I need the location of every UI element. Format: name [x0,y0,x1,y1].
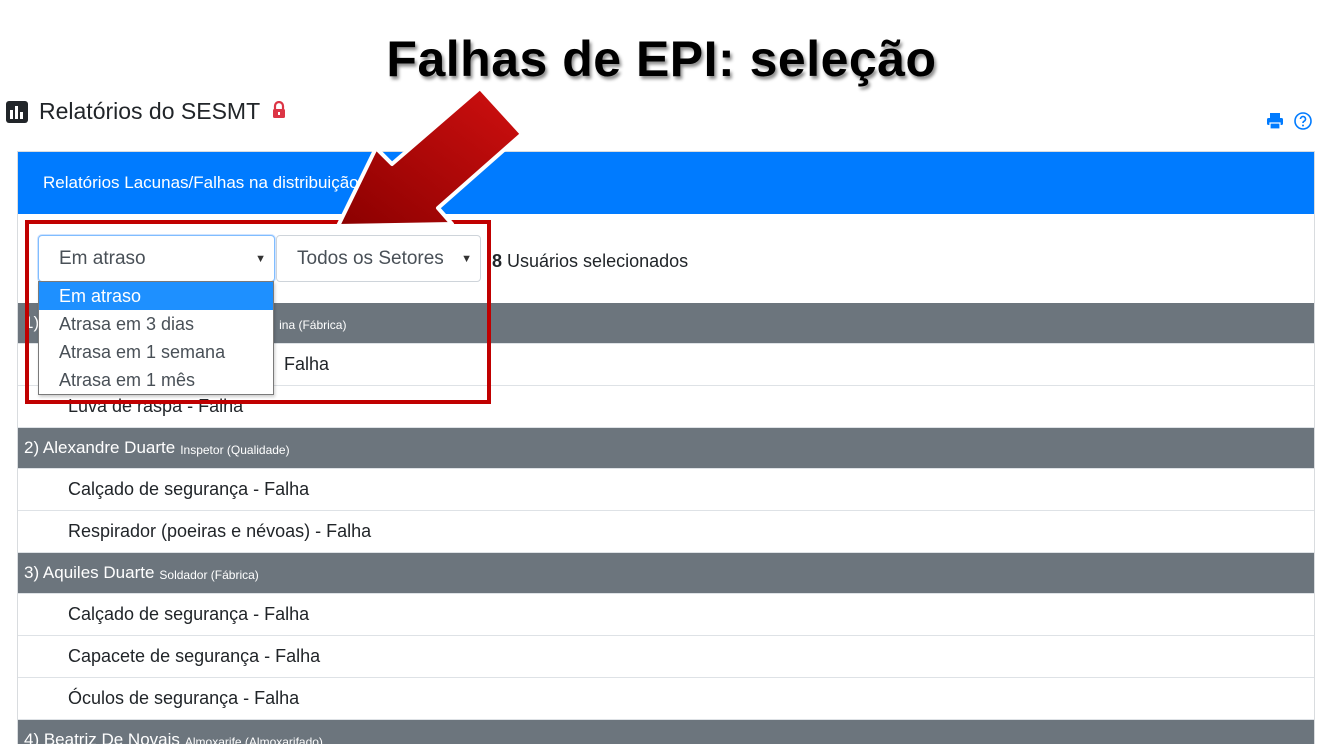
page-header: Relatórios do SESMT [6,98,286,125]
person-role: Soldador (Fábrica) [159,568,259,582]
caret-down-icon: ▼ [255,253,266,265]
epi-row: Capacete de segurança - Falha [18,636,1314,678]
users-label: Usuários selecionados [507,251,689,271]
delay-select[interactable]: Em atraso ▼ [38,235,275,282]
person-row: 3) Aquiles Duarte Soldador (Fábrica) [18,553,1314,594]
print-icon[interactable] [1265,111,1285,131]
person-name: 3) Aquiles Duarte [24,563,155,582]
card-header: Relatórios Lacunas/Falhas na distribuiçã… [18,152,1314,214]
person-role: ina (Fábrica) [279,318,347,332]
delay-select-value: Em atraso [59,247,146,269]
epi-row: Respirador (poeiras e névoas) - Falha [18,511,1314,553]
bar-chart-icon [6,100,28,123]
sector-select-value: Todos os Setores [297,247,444,269]
report-card: Relatórios Lacunas/Falhas na distribuiçã… [17,151,1315,744]
dropdown-option[interactable]: Atrasa em 1 mês [39,366,273,394]
page-title: Relatórios do SESMT [39,98,261,124]
slide-title: Falhas de EPI: seleção [386,31,937,87]
epi-row: Calçado de segurança - Falha [18,594,1314,636]
help-icon[interactable] [1293,111,1313,131]
dropdown-option[interactable]: Atrasa em 3 dias [39,310,273,338]
users-count: 8 [492,251,503,271]
users-selected: 8 Usuários selecionados [492,251,688,272]
dropdown-option[interactable]: Atrasa em 1 semana [39,338,273,366]
dropdown-option[interactable]: Em atraso [39,282,273,310]
epi-row: Calçado de segurança - Falha [18,469,1314,511]
sector-select[interactable]: Todos os Setores ▼ [276,235,481,282]
person-row: 2) Alexandre Duarte Inspetor (Qualidade) [18,428,1314,469]
annotation-arrow [336,86,524,228]
person-row: 4) Beatriz De Novais Almoxarife (Almoxar… [18,720,1314,744]
lock-icon [273,100,286,118]
person-role: Inspetor (Qualidade) [180,443,290,457]
epi-row: Óculos de segurança - Falha [18,678,1314,720]
toolbar [1265,111,1313,131]
person-name: 4) Beatriz De Novais [24,730,180,744]
person-role: Almoxarife (Almoxarifado) [184,735,323,744]
person-name: 1) [24,313,40,332]
caret-down-icon: ▼ [461,253,472,265]
person-name: 2) Alexandre Duarte [24,438,176,457]
delay-dropdown-list: Em atraso Atrasa em 3 dias Atrasa em 1 s… [38,281,274,395]
